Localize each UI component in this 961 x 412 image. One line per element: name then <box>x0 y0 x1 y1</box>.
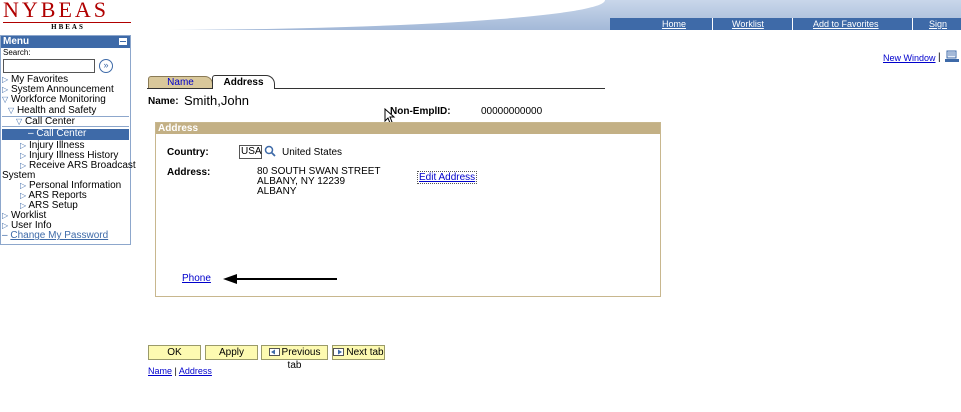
address-line-3: ALBANY <box>257 186 297 197</box>
address-value: 80 SOUTH SWAN STREET ALBANY, NY 12239 AL… <box>257 167 381 197</box>
dash-bullet-icon: – <box>2 230 8 241</box>
menu-header: Menu <box>1 36 130 48</box>
bottom-link-name[interactable]: Name <box>148 366 172 376</box>
menu-panel: Menu Search: » ▷ My Favorites ▷ System A… <box>0 35 136 245</box>
menu-item-workforce-monitoring[interactable]: ▽ Workforce Monitoring <box>2 95 106 105</box>
bottom-link-address[interactable]: Address <box>179 366 212 376</box>
employee-name-value: Smith,John <box>184 93 250 108</box>
previous-tab-icon <box>268 348 280 357</box>
triangle-down-icon: ▽ <box>16 117 23 126</box>
triangle-right-icon: ▷ <box>20 151 27 160</box>
nav-sign-out-link[interactable]: Sign out <box>929 19 961 39</box>
ok-button[interactable]: OK <box>148 345 201 360</box>
menu-search-label: Search: <box>3 48 31 57</box>
triangle-right-icon: ▷ <box>20 191 27 200</box>
tab-address[interactable]: Address <box>212 75 275 89</box>
bottom-link-separator: | <box>174 366 177 376</box>
nav-add-favorites-link[interactable]: Add to Favorites <box>813 19 879 29</box>
triangle-right-icon: ▷ <box>20 141 27 150</box>
menu-item-receive-ars-broadcast[interactable]: ▷ Receive ARS Broadcast <box>20 161 136 171</box>
address-label: Address: <box>167 167 211 178</box>
nybeas-logo: NYBEAS HBEAS <box>0 0 145 34</box>
nav-separator <box>712 18 713 30</box>
triangle-right-icon: ▷ <box>2 85 9 94</box>
triangle-right-icon: ▷ <box>20 181 27 190</box>
triangle-right-icon: ▷ <box>20 201 27 210</box>
triangle-down-icon: ▽ <box>8 106 15 115</box>
edit-address-link[interactable]: Edit Address <box>417 171 478 184</box>
country-input[interactable]: USA <box>239 145 262 159</box>
menu-item-call-center[interactable]: – Call Center <box>28 129 86 139</box>
dash-bullet-icon: – <box>28 128 34 139</box>
country-label: Country: <box>167 147 209 158</box>
new-window-link[interactable]: New Window <box>883 53 936 63</box>
arrow-left-icon <box>223 274 337 284</box>
logo-sub-text: HBEAS <box>51 23 85 31</box>
phone-link[interactable]: Phone <box>182 273 211 284</box>
address-group-box: Address Country: USA United States Addre… <box>155 122 661 297</box>
menu-search-input[interactable] <box>3 59 95 73</box>
menu-item-health-and-safety[interactable]: ▽ Health and Safety <box>8 106 96 116</box>
nav-home-link[interactable]: Home <box>662 19 686 29</box>
apply-button[interactable]: Apply <box>205 345 258 360</box>
tab-name[interactable]: Name <box>148 76 213 88</box>
triangle-down-icon: ▽ <box>2 95 9 104</box>
non-emplid-value: 00000000000 <box>481 106 543 117</box>
triangle-right-icon: ▷ <box>2 211 9 220</box>
nav-separator <box>792 18 793 30</box>
triangle-right-icon: ▷ <box>2 221 9 230</box>
non-emplid-label: Non-EmplID: <box>390 106 451 117</box>
nav-worklist-link[interactable]: Worklist <box>732 19 764 29</box>
next-tab-button[interactable]: Next tab <box>332 345 385 360</box>
minimize-icon[interactable] <box>119 38 127 45</box>
lookup-magnifier-icon[interactable] <box>264 145 276 157</box>
page-help-icon[interactable] <box>945 50 959 62</box>
logo-main-text: NYBEAS <box>3 0 110 22</box>
bottom-page-links: Name | Address <box>148 366 212 376</box>
menu-item-change-password[interactable]: – Change My Password <box>2 231 108 241</box>
employee-name-label: Name: <box>148 96 179 107</box>
address-group-header: Address <box>156 123 660 134</box>
search-go-icon[interactable]: » <box>99 59 113 73</box>
triangle-right-icon: ▷ <box>20 161 27 170</box>
menu-title: Menu <box>3 36 30 47</box>
previous-tab-button[interactable]: Previous tab <box>261 345 328 371</box>
nav-separator <box>912 18 913 30</box>
triangle-right-icon: ▷ <box>2 75 9 84</box>
country-description: United States <box>282 147 343 158</box>
menu-item-call-center-folder[interactable]: ▽ Call Center <box>2 116 129 127</box>
next-tab-icon <box>333 348 345 357</box>
toplinks-separator: | <box>938 52 941 63</box>
